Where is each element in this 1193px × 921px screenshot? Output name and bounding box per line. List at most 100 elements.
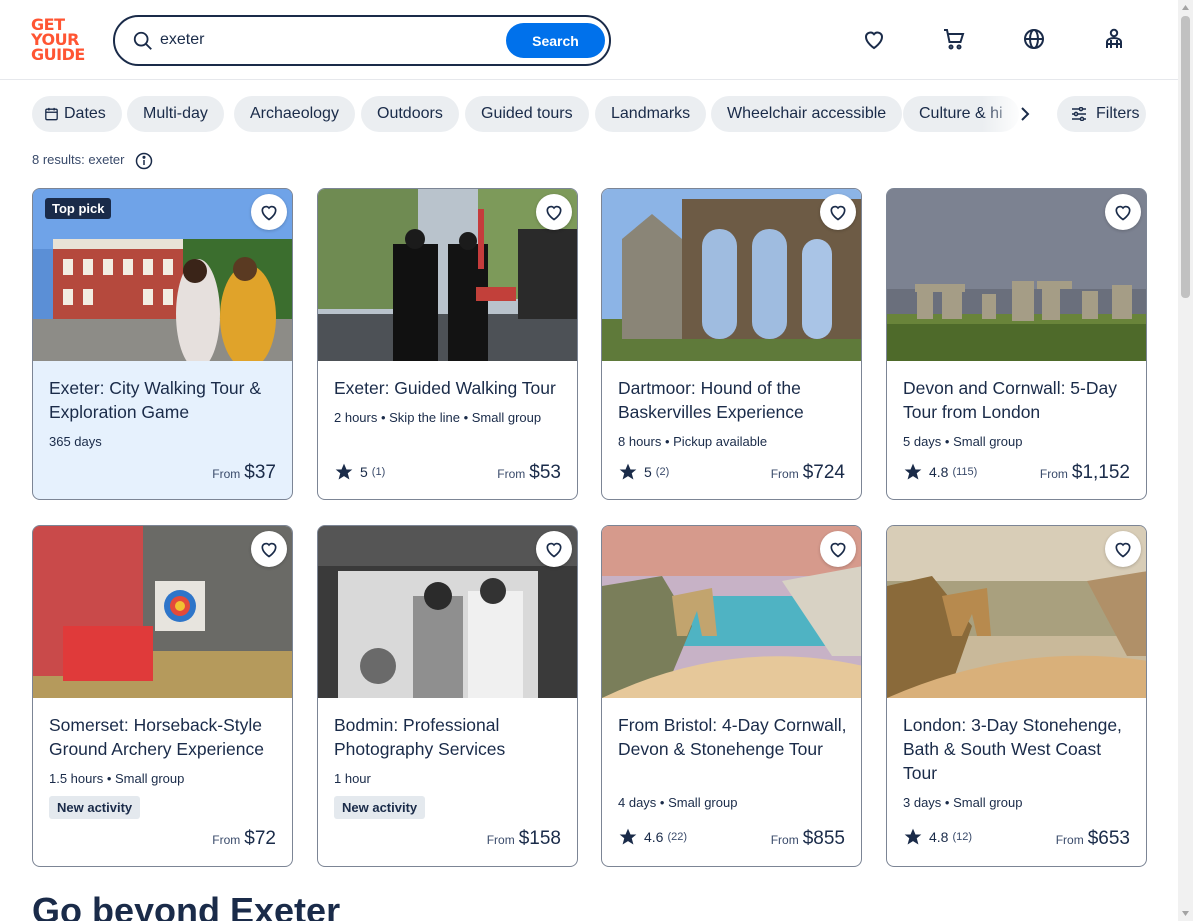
heart-icon[interactable] <box>1105 531 1141 567</box>
chip-multi-day[interactable]: Multi-day <box>127 96 224 132</box>
search-icon <box>133 31 152 50</box>
activity-title[interactable]: Bodmin: Professional Photography Service… <box>334 713 564 761</box>
top-header: GET YOUR GUIDE Search <box>0 0 1178 80</box>
activity-price: From $37 <box>212 462 276 484</box>
activity-title[interactable]: Exeter: Guided Walking Tour <box>334 376 564 400</box>
top-pick-badge: Top pick <box>45 198 112 219</box>
activity-meta: 8 hours • Pickup available <box>618 434 768 449</box>
price-from: From <box>486 833 515 847</box>
price-from: From <box>770 467 799 481</box>
price-amount: $1,152 <box>1071 462 1130 483</box>
chip-guided-tours[interactable]: Guided tours <box>465 96 589 132</box>
rating-count: (12) <box>952 831 973 843</box>
calendar-icon <box>45 107 58 121</box>
section-heading: Go beyond Exeter <box>32 890 341 921</box>
heart-icon[interactable] <box>251 194 287 230</box>
new-activity-badge: New activity <box>334 796 426 819</box>
activity-meta: 4 days • Small group <box>618 795 738 810</box>
sliders-icon <box>1072 107 1086 121</box>
price-amount: $855 <box>802 828 845 849</box>
activity-title[interactable]: Somerset: Horseback-Style Ground Archery… <box>49 713 279 761</box>
activity-meta: 2 hours • Skip the line • Small group <box>334 410 542 425</box>
star-icon <box>904 463 922 480</box>
price-amount: $724 <box>802 462 845 483</box>
activity-title[interactable]: Devon and Cornwall: 5-Day Tour from Lond… <box>903 376 1133 424</box>
scroll-down-arrow-icon[interactable] <box>1181 908 1190 918</box>
search-bar: Search <box>113 15 611 66</box>
activity-price: From $855 <box>771 828 845 850</box>
activity-card[interactable]: Exeter: Guided Walking Tour 2 hours • Sk… <box>317 188 578 500</box>
page-scrollbar[interactable] <box>1178 0 1193 921</box>
star-icon <box>619 828 637 845</box>
activity-rating: 4.6 (22) <box>618 827 687 847</box>
heart-icon[interactable] <box>536 194 572 230</box>
rating-count: (22) <box>667 831 688 843</box>
activity-price: From $158 <box>487 828 561 850</box>
activity-rating: 5 (2) <box>618 462 669 482</box>
globe-language-icon[interactable] <box>1019 24 1049 54</box>
activity-card[interactable]: Top pick Exeter: City Walking Tour & Exp… <box>32 188 293 500</box>
filters-button[interactable]: Filters <box>1057 96 1146 132</box>
profile-icon[interactable] <box>1099 24 1129 54</box>
rating-count: (115) <box>952 466 978 478</box>
star-icon <box>619 463 637 480</box>
heart-icon[interactable] <box>536 531 572 567</box>
rating-value: 4.8 <box>929 829 949 845</box>
scrollbar-thumb[interactable] <box>1181 16 1190 298</box>
price-amount: $53 <box>529 462 561 483</box>
activity-title[interactable]: Exeter: City Walking Tour & Exploration … <box>49 376 279 424</box>
new-activity-badge: New activity <box>49 796 141 819</box>
activity-card[interactable]: Dartmoor: Hound of the Baskervilles Expe… <box>601 188 862 500</box>
price-from: From <box>212 467 241 481</box>
price-from: From <box>770 833 799 847</box>
heart-icon[interactable] <box>1105 194 1141 230</box>
chip-outdoors[interactable]: Outdoors <box>361 96 459 132</box>
activity-price: From $653 <box>1056 828 1130 850</box>
rating-count: (2) <box>655 466 670 478</box>
search-button[interactable]: Search <box>506 23 605 58</box>
activity-meta: 1.5 hours • Small group <box>49 771 185 786</box>
heart-icon[interactable] <box>251 531 287 567</box>
logo-line-3: GUIDE <box>31 45 85 64</box>
activity-card[interactable]: Devon and Cornwall: 5-Day Tour from Lond… <box>886 188 1147 500</box>
activity-card[interactable]: From Bristol: 4-Day Cornwall, Devon & St… <box>601 525 862 867</box>
price-amount: $37 <box>244 462 276 483</box>
price-amount: $653 <box>1087 828 1130 849</box>
activity-title[interactable]: From Bristol: 4-Day Cornwall, Devon & St… <box>618 713 848 761</box>
activity-rating: 4.8 (12) <box>903 827 972 847</box>
activity-rating: 4.8 (115) <box>903 462 977 482</box>
activity-meta: 3 days • Small group <box>903 795 1023 810</box>
info-icon[interactable] <box>135 152 153 170</box>
rating-count: (1) <box>371 466 386 478</box>
rating-value: 5 <box>360 464 368 480</box>
results-count: 8 results: exeter <box>32 152 125 167</box>
activity-card[interactable]: Somerset: Horseback-Style Ground Archery… <box>32 525 293 867</box>
rating-value: 4.8 <box>929 464 949 480</box>
activity-meta: 1 hour <box>334 771 371 786</box>
star-icon <box>904 828 922 845</box>
price-amount: $72 <box>244 828 276 849</box>
scroll-up-arrow-icon[interactable] <box>1181 3 1190 13</box>
chip-label: Dates <box>64 105 106 122</box>
chip-dates[interactable]: Dates <box>32 96 122 132</box>
activity-title[interactable]: Dartmoor: Hound of the Baskervilles Expe… <box>618 376 848 424</box>
price-from: From <box>212 833 241 847</box>
chip-wheelchair-accessible[interactable]: Wheelchair accessible <box>711 96 903 132</box>
chevron-right-icon[interactable] <box>1012 99 1038 129</box>
getyourguide-logo[interactable]: GET YOUR GUIDE <box>31 17 91 63</box>
activity-price: From $1,152 <box>1040 462 1130 484</box>
chip-archaeology[interactable]: Archaeology <box>234 96 355 132</box>
search-input[interactable] <box>160 27 460 53</box>
activity-card[interactable]: London: 3-Day Stonehenge, Bath & South W… <box>886 525 1147 867</box>
heart-icon[interactable] <box>820 194 856 230</box>
chip-landmarks[interactable]: Landmarks <box>595 96 707 132</box>
filter-chips: Dates Multi-day Archaeology Outdoors Gui… <box>32 96 1032 132</box>
heart-icon[interactable] <box>820 531 856 567</box>
wishlist-heart-icon[interactable] <box>859 24 889 54</box>
activity-title[interactable]: London: 3-Day Stonehenge, Bath & South W… <box>903 713 1133 785</box>
activity-price: From $72 <box>212 828 276 850</box>
activity-card[interactable]: Bodmin: Professional Photography Service… <box>317 525 578 867</box>
activity-price: From $724 <box>771 462 845 484</box>
activity-meta: 365 days <box>49 434 102 449</box>
cart-icon[interactable] <box>939 24 969 54</box>
